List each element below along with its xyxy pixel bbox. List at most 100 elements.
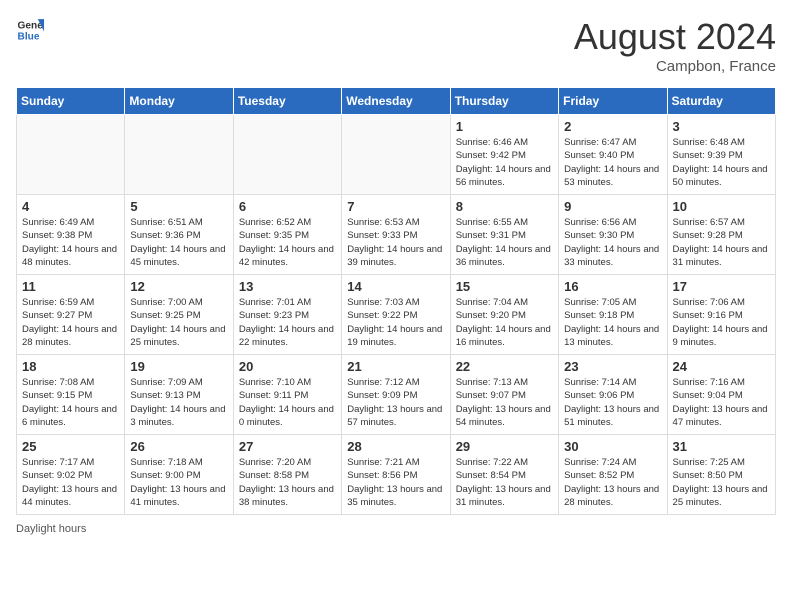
cell-info-19: Sunrise: 7:09 AMSunset: 9:13 PMDaylight:… (130, 376, 227, 429)
cell-info-31: Sunrise: 7:25 AMSunset: 8:50 PMDaylight:… (673, 456, 770, 509)
cell-w4-d6: 24Sunrise: 7:16 AMSunset: 9:04 PMDayligh… (667, 355, 775, 435)
week-row-2: 4 Sunrise: 6:49 AMSunset: 9:38 PMDaylight… (17, 195, 776, 275)
cell-info-27: Sunrise: 7:20 AMSunset: 8:58 PMDaylight:… (239, 456, 336, 509)
date-number-8: 8 (456, 199, 553, 214)
header-thursday: Thursday (450, 88, 558, 115)
cell-info-3: Sunrise: 6:48 AMSunset: 9:39 PMDaylight:… (673, 136, 770, 189)
cell-w3-d6: 17 Sunrise: 7:06 AMSunset: 9:16 PMDayligh… (667, 275, 775, 355)
cell-info-16: Sunrise: 7:05 AMSunset: 9:18 PMDaylight:… (564, 296, 661, 349)
cell-w3-d2: 13 Sunrise: 7:01 AMSunset: 9:23 PMDayligh… (233, 275, 341, 355)
cell-info-15: Sunrise: 7:04 AMSunset: 9:20 PMDaylight:… (456, 296, 553, 349)
date-number-11: 11 (22, 279, 119, 294)
cell-w3-d3: 14 Sunrise: 7:03 AMSunset: 9:22 PMDayligh… (342, 275, 450, 355)
cell-w5-d4: 29 Sunrise: 7:22 AMSunset: 8:54 PMDayligh… (450, 435, 558, 515)
date-number-15: 15 (456, 279, 553, 294)
header-tuesday: Tuesday (233, 88, 341, 115)
cell-w4-d0: 18Sunrise: 7:08 AMSunset: 9:15 PMDayligh… (17, 355, 125, 435)
cell-info-21: Sunrise: 7:12 AMSunset: 9:09 PMDaylight:… (347, 376, 444, 429)
date-number-30: 30 (564, 439, 661, 454)
date-number-12: 12 (130, 279, 227, 294)
cell-w5-d3: 28 Sunrise: 7:21 AMSunset: 8:56 PMDayligh… (342, 435, 450, 515)
calendar-table: Sunday Monday Tuesday Wednesday Thursday… (16, 87, 776, 515)
cell-w3-d1: 12 Sunrise: 7:00 AMSunset: 9:25 PMDayligh… (125, 275, 233, 355)
date-number-9: 9 (564, 199, 661, 214)
cell-w1-d5: 2Sunrise: 6:47 AMSunset: 9:40 PMDaylight… (559, 115, 667, 195)
date-number-16: 16 (564, 279, 661, 294)
cell-info-8: Sunrise: 6:55 AMSunset: 9:31 PMDaylight:… (456, 216, 553, 269)
svg-text:Blue: Blue (18, 31, 40, 42)
cell-w5-d6: 31 Sunrise: 7:25 AMSunset: 8:50 PMDayligh… (667, 435, 775, 515)
date-number-10: 10 (673, 199, 770, 214)
cell-w2-d4: 8 Sunrise: 6:55 AMSunset: 9:31 PMDaylight… (450, 195, 558, 275)
cell-info-7: Sunrise: 6:53 AMSunset: 9:33 PMDaylight:… (347, 216, 444, 269)
cell-info-23: Sunrise: 7:14 AMSunset: 9:06 PMDaylight:… (564, 376, 661, 429)
cell-info-11: Sunrise: 6:59 AMSunset: 9:27 PMDaylight:… (22, 296, 119, 349)
date-number-14: 14 (347, 279, 444, 294)
cell-info-4: Sunrise: 6:49 AMSunset: 9:38 PMDaylight:… (22, 216, 119, 269)
date-number-17: 17 (673, 279, 770, 294)
location-subtitle: Campbon, France (574, 58, 776, 75)
cell-w5-d0: 25 Sunrise: 7:17 AMSunset: 9:02 PMDayligh… (17, 435, 125, 515)
date-number-18: 18 (22, 359, 119, 374)
cell-w1-d2 (233, 115, 341, 195)
date-number-28: 28 (347, 439, 444, 454)
cell-w2-d2: 6 Sunrise: 6:52 AMSunset: 9:35 PMDaylight… (233, 195, 341, 275)
cell-w1-d0 (17, 115, 125, 195)
cell-w4-d2: 20 Sunrise: 7:10 AMSunset: 9:11 PMDayligh… (233, 355, 341, 435)
cell-w1-d4: 1Sunrise: 6:46 AMSunset: 9:42 PMDaylight… (450, 115, 558, 195)
cell-w2-d5: 9 Sunrise: 6:56 AMSunset: 9:30 PMDaylight… (559, 195, 667, 275)
cell-w5-d2: 27 Sunrise: 7:20 AMSunset: 8:58 PMDayligh… (233, 435, 341, 515)
header-saturday: Saturday (667, 88, 775, 115)
cell-w2-d6: 10 Sunrise: 6:57 AMSunset: 9:28 PMDayligh… (667, 195, 775, 275)
week-row-1: 1Sunrise: 6:46 AMSunset: 9:42 PMDaylight… (17, 115, 776, 195)
cell-info-13: Sunrise: 7:01 AMSunset: 9:23 PMDaylight:… (239, 296, 336, 349)
cell-w1-d1 (125, 115, 233, 195)
date-number-2: 2 (564, 119, 661, 134)
cell-w4-d5: 23 Sunrise: 7:14 AMSunset: 9:06 PMDayligh… (559, 355, 667, 435)
cell-info-20: Sunrise: 7:10 AMSunset: 9:11 PMDaylight:… (239, 376, 336, 429)
cell-info-28: Sunrise: 7:21 AMSunset: 8:56 PMDaylight:… (347, 456, 444, 509)
cell-info-24: Sunrise: 7:16 AMSunset: 9:04 PMDaylight:… (673, 376, 770, 429)
cell-w4-d1: 19 Sunrise: 7:09 AMSunset: 9:13 PMDayligh… (125, 355, 233, 435)
date-number-7: 7 (347, 199, 444, 214)
logo-icon: General Blue (16, 16, 44, 44)
month-year-title: August 2024 (574, 16, 776, 58)
footer: Daylight hours (16, 523, 776, 535)
date-number-13: 13 (239, 279, 336, 294)
date-number-26: 26 (130, 439, 227, 454)
cell-info-1: Sunrise: 6:46 AMSunset: 9:42 PMDaylight:… (456, 136, 553, 189)
cell-w1-d6: 3Sunrise: 6:48 AMSunset: 9:39 PMDaylight… (667, 115, 775, 195)
cell-w5-d1: 26 Sunrise: 7:18 AMSunset: 9:00 PMDayligh… (125, 435, 233, 515)
cell-info-12: Sunrise: 7:00 AMSunset: 9:25 PMDaylight:… (130, 296, 227, 349)
cell-info-30: Sunrise: 7:24 AMSunset: 8:52 PMDaylight:… (564, 456, 661, 509)
date-number-23: 23 (564, 359, 661, 374)
date-number-31: 31 (673, 439, 770, 454)
cell-info-10: Sunrise: 6:57 AMSunset: 9:28 PMDaylight:… (673, 216, 770, 269)
cell-w3-d4: 15 Sunrise: 7:04 AMSunset: 9:20 PMDayligh… (450, 275, 558, 355)
date-number-6: 6 (239, 199, 336, 214)
cell-info-14: Sunrise: 7:03 AMSunset: 9:22 PMDaylight:… (347, 296, 444, 349)
cell-info-25: Sunrise: 7:17 AMSunset: 9:02 PMDaylight:… (22, 456, 119, 509)
cell-w3-d5: 16 Sunrise: 7:05 AMSunset: 9:18 PMDayligh… (559, 275, 667, 355)
date-number-22: 22 (456, 359, 553, 374)
cell-w2-d1: 5Sunrise: 6:51 AMSunset: 9:36 PMDaylight… (125, 195, 233, 275)
title-area: August 2024 Campbon, France (574, 16, 776, 75)
date-number-29: 29 (456, 439, 553, 454)
cell-w2-d3: 7 Sunrise: 6:53 AMSunset: 9:33 PMDaylight… (342, 195, 450, 275)
cell-info-29: Sunrise: 7:22 AMSunset: 8:54 PMDaylight:… (456, 456, 553, 509)
cell-info-26: Sunrise: 7:18 AMSunset: 9:00 PMDaylight:… (130, 456, 227, 509)
date-number-27: 27 (239, 439, 336, 454)
cell-info-17: Sunrise: 7:06 AMSunset: 9:16 PMDaylight:… (673, 296, 770, 349)
date-number-4: 4 (22, 199, 119, 214)
cell-info-6: Sunrise: 6:52 AMSunset: 9:35 PMDaylight:… (239, 216, 336, 269)
day-headers-row: Sunday Monday Tuesday Wednesday Thursday… (17, 88, 776, 115)
daylight-hours-label: Daylight hours (16, 523, 86, 535)
date-number-20: 20 (239, 359, 336, 374)
cell-info-9: Sunrise: 6:56 AMSunset: 9:30 PMDaylight:… (564, 216, 661, 269)
logo: General Blue (16, 16, 44, 44)
date-number-19: 19 (130, 359, 227, 374)
date-number-25: 25 (22, 439, 119, 454)
header-monday: Monday (125, 88, 233, 115)
page-header: General Blue August 2024 Campbon, France (16, 16, 776, 75)
cell-w1-d3 (342, 115, 450, 195)
